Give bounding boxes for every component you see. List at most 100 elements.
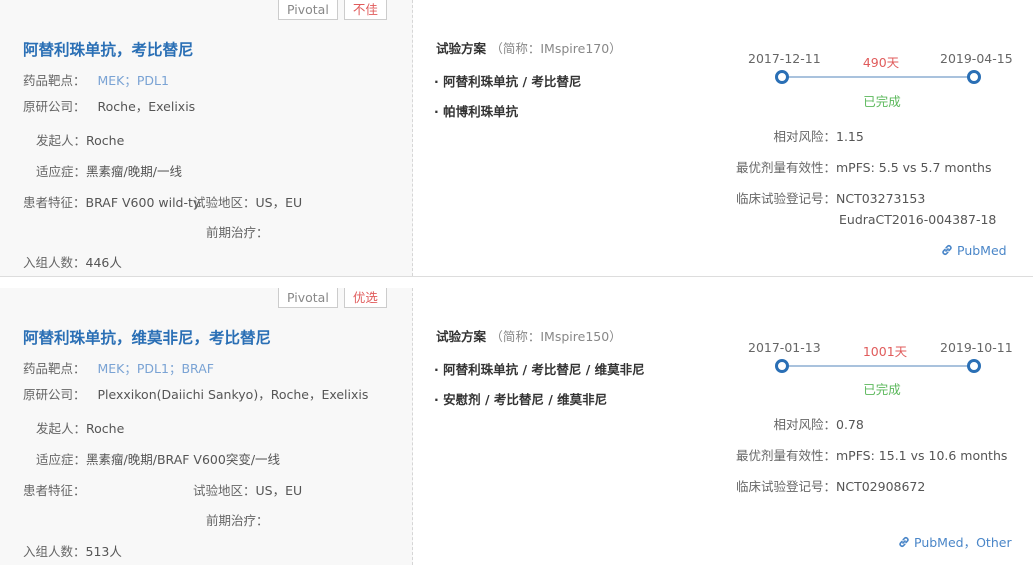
plan-short-name: （简称：IMspire150） (490, 329, 622, 344)
region-label: 试验地区： (193, 483, 256, 498)
patient-row: 患者特征： (23, 480, 86, 499)
trial-card-2: Pivotal 优选 阿替利珠单抗，维莫非尼，考比替尼 药品靶点： MEK；PD… (0, 288, 1033, 565)
start-date: 2017-12-11 (748, 51, 821, 66)
tag-pivotal: Pivotal (278, 0, 338, 20)
company-row: 原研公司： Roche，Exelixis (23, 96, 195, 115)
sponsor-value: Roche (86, 133, 125, 148)
registry-row: 临床试验登记号：NCT02908672 (700, 476, 925, 495)
enroll-label: 入组人数： (23, 255, 86, 270)
company-value: Plexxikon(Daiichi Sankyo)，Roche，Exelixis (97, 387, 369, 402)
risk-value: 0.78 (836, 417, 864, 432)
end-date: 2019-04-15 (940, 51, 1013, 66)
registry-id[interactable]: EudraCT2016-004387-18 (839, 212, 996, 227)
status-label: 已完成 (863, 94, 901, 109)
registry-label: 临床试验登记号： (735, 191, 836, 206)
plan-label: 试验方案 (436, 41, 487, 56)
prior-label: 前期治疗： (206, 225, 269, 240)
patient-value: BRAF V600 wild-ty (85, 195, 201, 210)
sponsor-label: 发起人： (36, 421, 87, 436)
tag-pivotal: Pivotal (278, 288, 338, 308)
tag-rating: 优选 (343, 288, 387, 308)
arm-label: 阿替利珠单抗 / 考比替尼 (443, 74, 582, 89)
indication-row: 适应症：黑素瘤/晚期/BRAF V600突变/一线 (36, 449, 280, 468)
status-label: 已完成 (863, 382, 901, 397)
indication-value: 黑素瘤/晚期/一线 (86, 164, 182, 179)
indication-value: 黑素瘤/晚期/BRAF V600突变/一线 (86, 452, 281, 467)
reference-links[interactable]: PubMed，Other (897, 532, 1012, 551)
target-row: 药品靶点： MEK；PDL1；BRAF (23, 358, 214, 377)
duration-days: 490天 (862, 55, 900, 70)
end-date: 2019-10-11 (940, 340, 1013, 355)
efficacy-label: 最优剂量有效性： (735, 160, 836, 175)
indication-row: 适应症：黑素瘤/晚期/一线 (36, 161, 182, 180)
card-divider (0, 276, 1033, 277)
arm-label: 阿替利珠单抗 / 考比替尼 / 维莫非尼 (443, 362, 645, 377)
plan-header: 试验方案 （简称：IMspire150） (436, 326, 622, 345)
link-icon (899, 537, 909, 547)
tag-group: Pivotal 优选 (278, 288, 387, 308)
sponsor-value: Roche (86, 421, 125, 436)
tag-rating: 不佳 (343, 0, 387, 20)
target-label: 药品靶点： (23, 73, 86, 88)
risk-row: 相对风险：1.15 (700, 126, 864, 145)
patient-label: 患者特征： (23, 195, 86, 210)
enroll-label: 入组人数： (23, 544, 86, 559)
plan-short-name: （简称：IMspire170） (490, 41, 622, 56)
sponsor-row: 发起人：Roche (36, 130, 124, 149)
timeline-start-node (775, 70, 789, 84)
trial-card-1: Pivotal 不佳 阿替利珠单抗，考比替尼 药品靶点： MEK；PDL1 原研… (0, 0, 1033, 276)
company-row: 原研公司： Plexxikon(Daiichi Sankyo)，Roche，Ex… (23, 384, 368, 403)
patient-label: 患者特征： (23, 483, 86, 498)
link-icon (942, 245, 952, 255)
registry-id[interactable]: NCT03273153 (836, 191, 925, 206)
enroll-row: 入组人数：446人 (23, 252, 122, 271)
efficacy-row: 最优剂量有效性：mPFS: 15.1 vs 10.6 months (700, 445, 1007, 464)
timeline-end-node (967, 359, 981, 373)
arm-item: · 帕博利珠单抗 (434, 104, 519, 119)
indication-label: 适应症： (36, 164, 87, 179)
trial-title[interactable]: 阿替利珠单抗，维莫非尼，考比替尼 (23, 326, 271, 348)
timeline-end-node (967, 70, 981, 84)
target-value[interactable]: MEK；PDL1 (98, 73, 169, 88)
reference-links-text[interactable]: PubMed，Other (914, 535, 1012, 550)
registry-label: 临床试验登记号： (735, 479, 836, 494)
efficacy-row: 最优剂量有效性：mPFS: 5.5 vs 5.7 months (700, 157, 992, 176)
enroll-value: 513人 (85, 544, 122, 559)
registry-row: 临床试验登记号：NCT03273153 (700, 188, 925, 207)
efficacy-value: mPFS: 5.5 vs 5.7 months (836, 160, 992, 175)
efficacy-label: 最优剂量有效性： (735, 448, 836, 463)
enroll-value: 446人 (85, 255, 122, 270)
timeline-line (785, 365, 975, 367)
prior-label: 前期治疗： (206, 513, 269, 528)
tag-group: Pivotal 不佳 (278, 0, 387, 20)
indication-label: 适应症： (36, 452, 87, 467)
duration-days: 1001天 (862, 344, 908, 359)
company-label: 原研公司： (23, 387, 86, 402)
arm-item: · 阿替利珠单抗 / 考比替尼 / 维莫非尼 (434, 362, 645, 377)
target-label: 药品靶点： (23, 361, 86, 376)
target-value[interactable]: MEK；PDL1；BRAF (98, 361, 214, 376)
enroll-row: 入组人数：513人 (23, 541, 122, 560)
company-label: 原研公司： (23, 99, 86, 114)
sponsor-row: 发起人：Roche (36, 418, 124, 437)
risk-label: 相对风险： (773, 417, 836, 432)
region-value: US，EU (255, 195, 303, 210)
region-row: 试验地区：US，EU (193, 192, 302, 211)
region-value: US，EU (255, 483, 303, 498)
risk-value: 1.15 (836, 129, 864, 144)
prior-row: 前期治疗： (206, 510, 269, 529)
registry-id[interactable]: NCT02908672 (836, 479, 925, 494)
risk-label: 相对风险： (773, 129, 836, 144)
arm-label: 帕博利珠单抗 (443, 104, 519, 119)
patient-row: 患者特征：BRAF V600 wild-ty (23, 192, 200, 211)
sponsor-label: 发起人： (36, 133, 87, 148)
reference-links[interactable]: PubMed (940, 243, 1007, 258)
risk-row: 相对风险：0.78 (700, 414, 864, 433)
region-label: 试验地区： (193, 195, 256, 210)
prior-row: 前期治疗： (206, 222, 269, 241)
plan-header: 试验方案 （简称：IMspire170） (436, 38, 622, 57)
region-row: 试验地区：US，EU (193, 480, 302, 499)
company-value: Roche，Exelixis (97, 99, 196, 114)
trial-title[interactable]: 阿替利珠单抗，考比替尼 (23, 38, 194, 60)
reference-links-text[interactable]: PubMed (957, 243, 1007, 258)
